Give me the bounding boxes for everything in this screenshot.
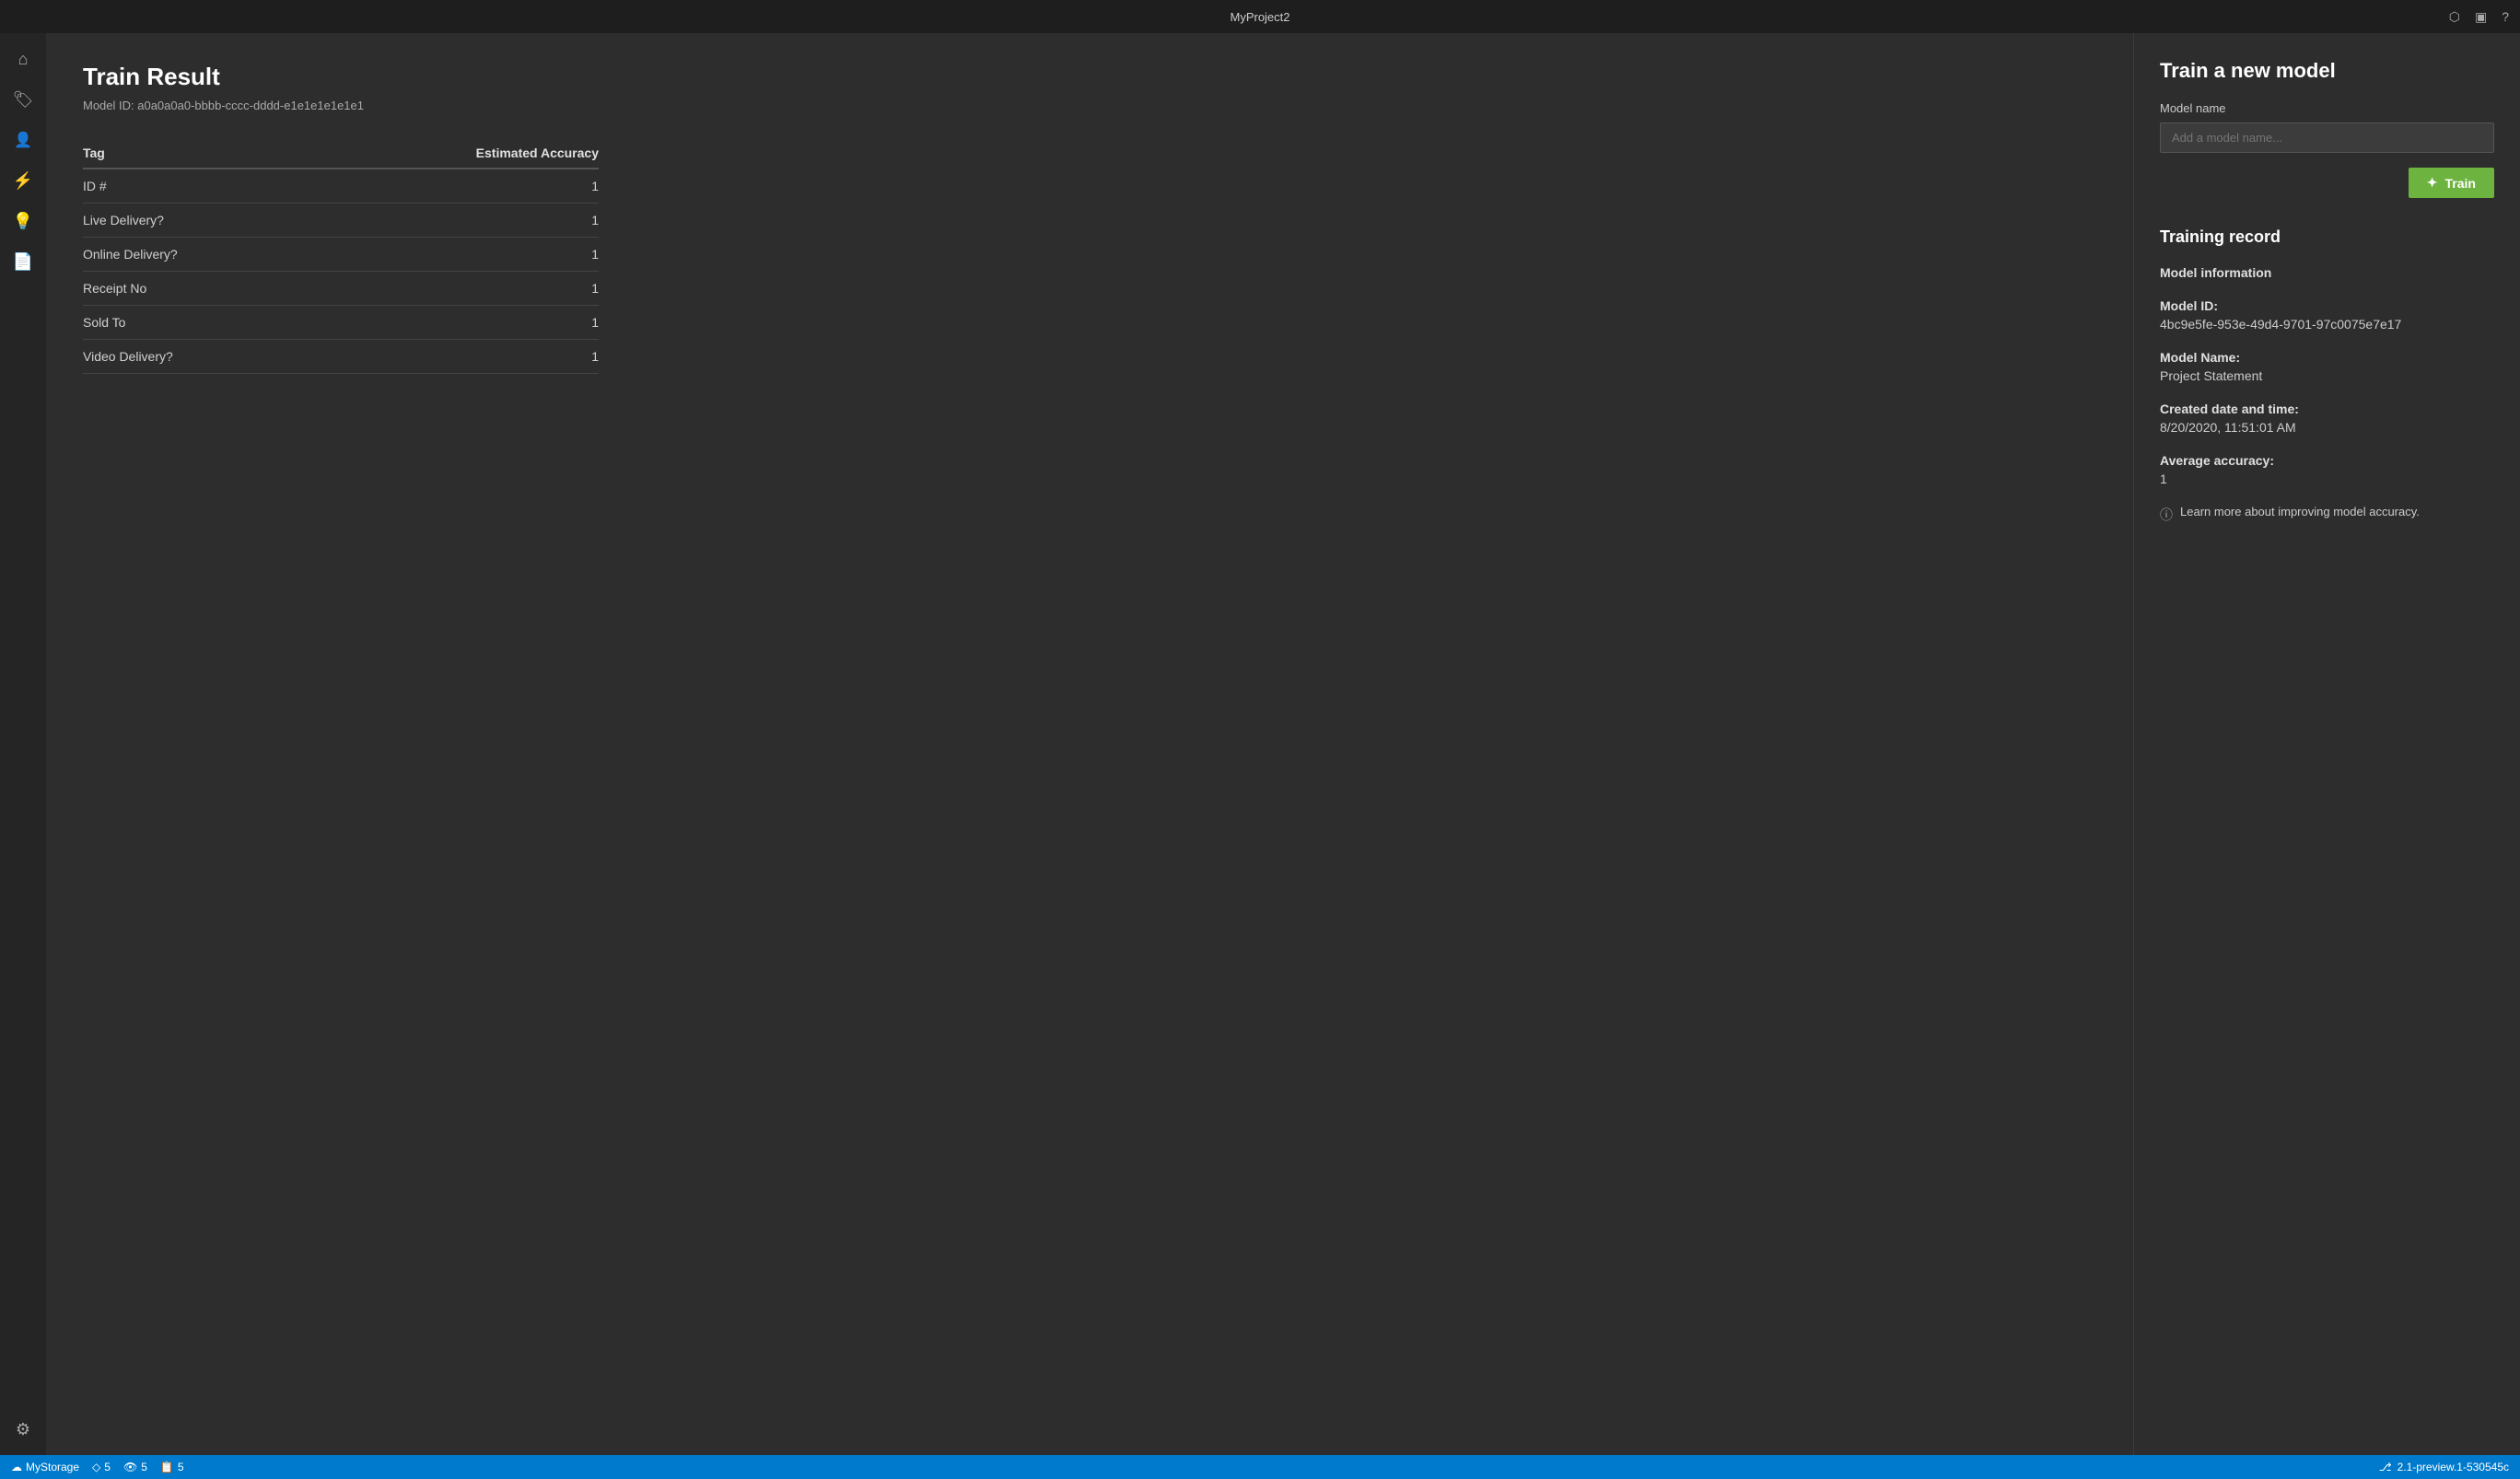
results-table: Tag Estimated Accuracy ID #1Live Deliver… [83,138,599,374]
train-button-label: Train [2445,176,2476,191]
statusbar-right: ⎇ 2.1-preview.1-530545c [2379,1461,2509,1473]
model-id-label: Model ID: [2160,298,2494,313]
model-id-block: Model ID: 4bc9e5fe-953e-49d4-9701-97c007… [2160,298,2494,332]
row-accuracy: 1 [308,340,599,374]
sidebar: ⌂ 🏷 👤 ⚡ 💡 📄 ⚙ [0,33,46,1455]
connections-icon: ⚡ [13,171,33,191]
model-id-value: 4bc9e5fe-953e-49d4-9701-97c0075e7e17 [2160,317,2494,332]
connection-count: 5 [141,1461,147,1473]
layout-icon[interactable]: ▣ [2475,9,2487,25]
row-accuracy: 1 [308,306,599,340]
export-icon: 📄 [13,252,33,272]
row-accuracy: 1 [308,272,599,306]
created-block: Created date and time: 8/20/2020, 11:51:… [2160,402,2494,435]
model-info-section: Model information [2160,265,2494,280]
sidebar-item-settings[interactable]: ⚙ [5,1411,41,1448]
avg-accuracy-label: Average accuracy: [2160,453,2494,468]
avg-accuracy-value: 1 [2160,472,2494,486]
learn-more-block: ⓘ Learn more about improving model accur… [2160,505,2494,524]
sidebar-item-connections[interactable]: ⚡ [5,162,41,199]
table-row: Video Delivery?1 [83,340,599,374]
table-row: Sold To1 [83,306,599,340]
row-accuracy: 1 [308,238,599,272]
settings-icon: ⚙ [16,1420,30,1439]
training-record-title: Training record [2160,227,2494,247]
app-title: MyProject2 [1230,10,1289,24]
row-tag: ID # [83,169,308,204]
model-name-block: Model Name: Project Statement [2160,350,2494,383]
train-button[interactable]: ✦ Train [2409,168,2494,198]
model-info-title: Model information [2160,265,2494,280]
train-button-icon: ✦ [2427,175,2438,191]
cloud-icon: ☁ [11,1461,22,1473]
share-icon[interactable]: ⬡ [2449,9,2460,25]
sidebar-item-model[interactable]: 💡 [5,203,41,239]
right-panel: Train a new model Model name ✦ Train Tra… [2133,33,2520,1455]
doc-count-icon: 📋 [160,1461,174,1473]
statusbar-left: ☁ MyStorage ◇ 5 👁 5 📋 5 [11,1461,184,1473]
sidebar-item-export[interactable]: 📄 [5,243,41,280]
model-id-text: Model ID: a0a0a0a0-bbbb-cccc-dddd-e1e1e1… [83,99,2096,112]
col-accuracy: Estimated Accuracy [308,138,599,169]
row-tag: Receipt No [83,272,308,306]
tag-count-icon: ◇ [92,1461,100,1473]
model-name-input[interactable] [2160,122,2494,153]
doc-count: 5 [178,1461,184,1473]
avg-accuracy-block: Average accuracy: 1 [2160,453,2494,486]
page-title: Train Result [83,63,2096,91]
table-row: ID #1 [83,169,599,204]
tag-count-item: ◇ 5 [92,1461,111,1473]
content-area: Train Result Model ID: a0a0a0a0-bbbb-ccc… [46,33,2520,1455]
app-body: ⌂ 🏷 👤 ⚡ 💡 📄 ⚙ Train Result Model ID: a0a… [0,33,2520,1455]
version-text: 2.1-preview.1-530545c [2398,1461,2509,1473]
model-name-value: Project Statement [2160,368,2494,383]
sidebar-item-tag[interactable]: 🏷 [5,81,41,118]
new-model-title: Train a new model [2160,59,2494,83]
row-tag: Live Delivery? [83,204,308,238]
help-icon[interactable]: ? [2502,9,2509,24]
col-tag: Tag [83,138,308,169]
model-name-label2: Model Name: [2160,350,2494,365]
row-tag: Sold To [83,306,308,340]
sidebar-item-train[interactable]: 👤 [5,122,41,158]
tag-count: 5 [104,1461,111,1473]
connection-count-item: 👁 5 [123,1461,147,1473]
home-icon: ⌂ [18,50,29,69]
row-accuracy: 1 [308,204,599,238]
connection-count-icon: 👁 [123,1461,137,1473]
table-row: Live Delivery?1 [83,204,599,238]
storage-item[interactable]: ☁ MyStorage [11,1461,79,1473]
row-accuracy: 1 [308,169,599,204]
row-tag: Video Delivery? [83,340,308,374]
model-icon: 💡 [13,212,33,231]
table-row: Online Delivery?1 [83,238,599,272]
created-value: 8/20/2020, 11:51:01 AM [2160,420,2494,435]
model-name-label: Model name [2160,101,2494,115]
titlebar: MyProject2 ⬡ ▣ ? [0,0,2520,33]
learn-more-text[interactable]: Learn more about improving model accurac… [2180,505,2420,518]
info-circle-icon: ⓘ [2160,506,2173,524]
created-label: Created date and time: [2160,402,2494,416]
storage-label: MyStorage [26,1461,79,1473]
titlebar-actions: ⬡ ▣ ? [2449,9,2509,25]
sidebar-item-home[interactable]: ⌂ [5,41,41,77]
train-button-container: ✦ Train [2160,168,2494,198]
branch-icon: ⎇ [2379,1461,2392,1473]
row-tag: Online Delivery? [83,238,308,272]
doc-count-item: 📋 5 [160,1461,184,1473]
statusbar: ☁ MyStorage ◇ 5 👁 5 📋 5 ⎇ 2.1-preview.1-… [0,1455,2520,1479]
tag-icon: 🏷 [13,90,34,110]
train-icon: 👤 [14,131,32,149]
table-row: Receipt No1 [83,272,599,306]
main-panel: Train Result Model ID: a0a0a0a0-bbbb-ccc… [46,33,2133,1455]
